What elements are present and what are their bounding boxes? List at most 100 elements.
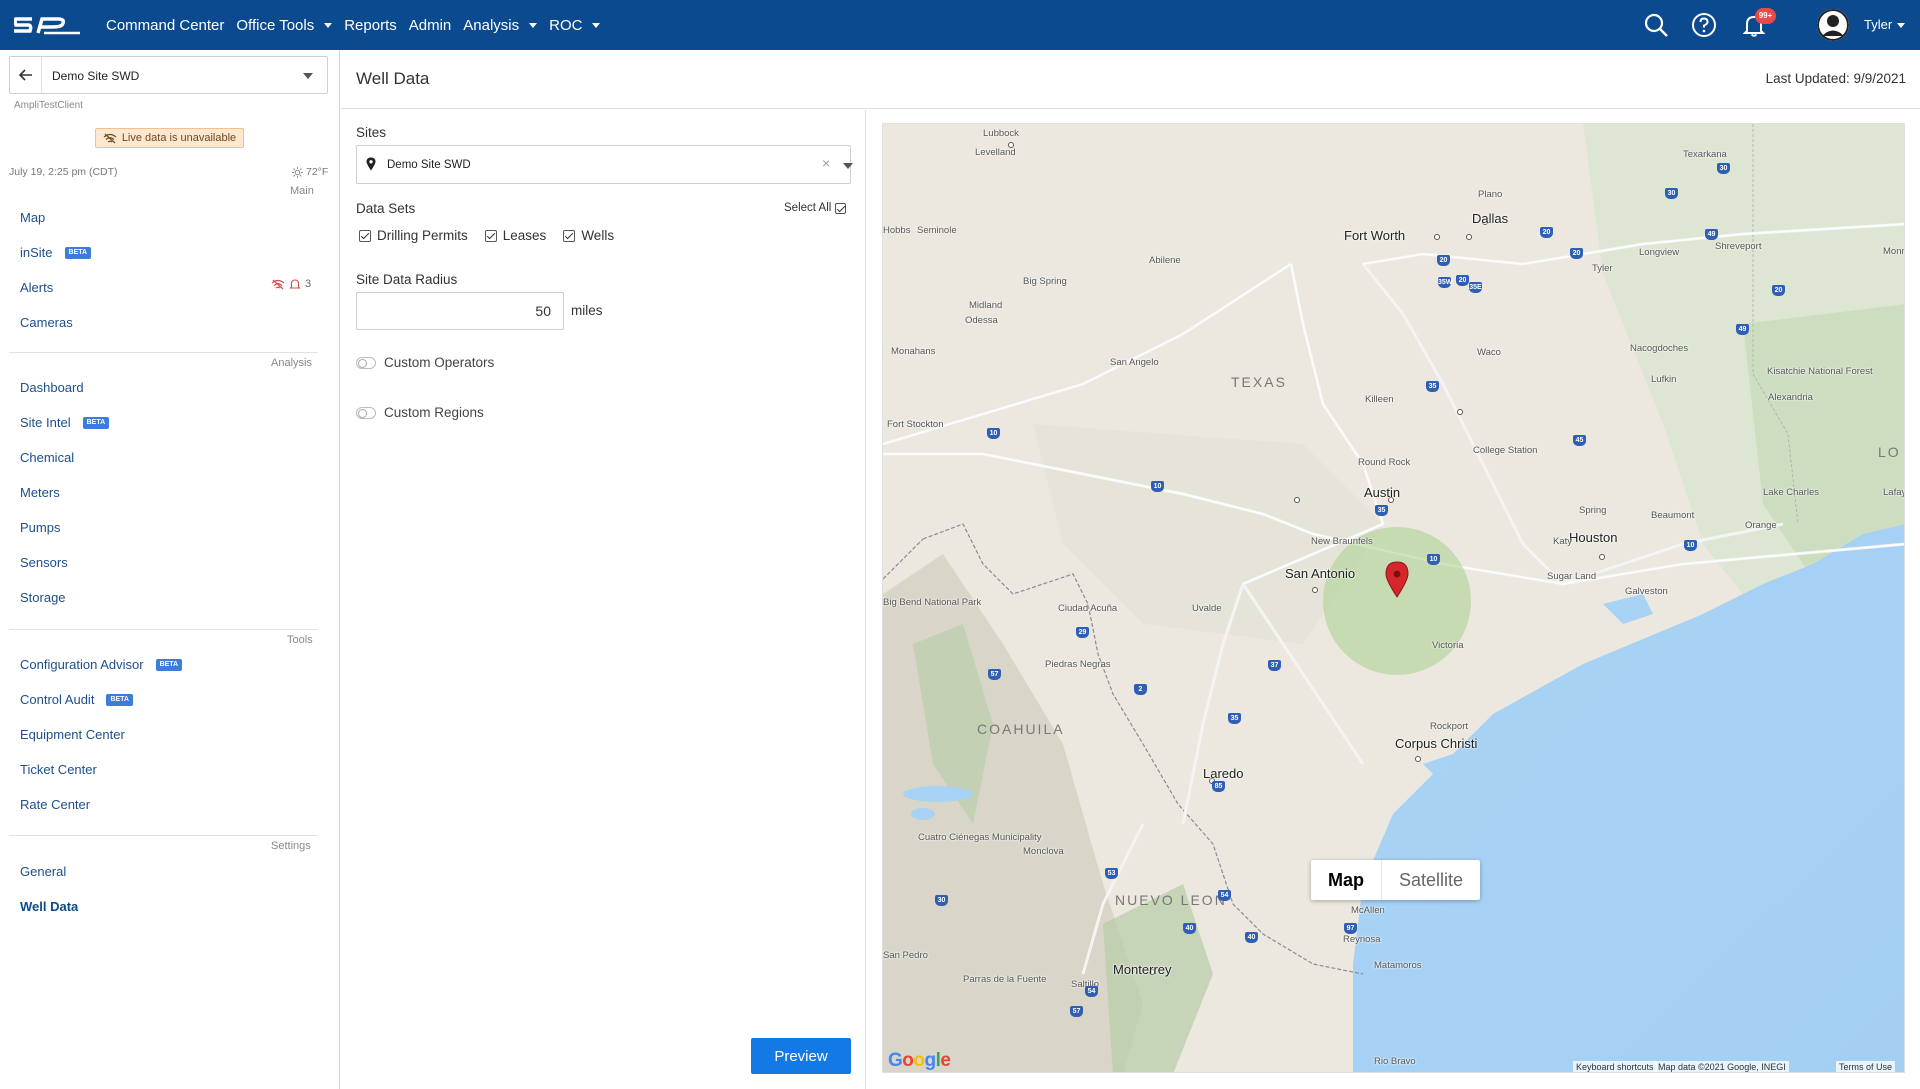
- map-view[interactable]: TEXAS COAHUILA NUEVO LEON LO Fort Worth Dalla…: [882, 123, 1905, 1073]
- divider: [9, 352, 318, 353]
- map-canvas[interactable]: [883, 124, 1905, 1073]
- sidebar-item-rate-center[interactable]: Rate Center: [20, 797, 90, 812]
- interstate-shield-icon: 53: [1105, 868, 1118, 879]
- sidebar-item-map[interactable]: Map: [20, 210, 45, 225]
- beta-badge: BETA: [155, 658, 183, 671]
- select-all-checkbox[interactable]: Select All: [784, 202, 847, 214]
- sidebar-item-alerts[interactable]: Alerts: [20, 280, 53, 295]
- sidebar-item-well-data[interactable]: Well Data: [20, 899, 78, 914]
- interstate-shield-icon: 57: [1070, 1006, 1083, 1017]
- nav-item-label: Admin: [408, 16, 452, 34]
- nav-item-office-tools[interactable]: Office Tools: [236, 17, 333, 34]
- sidebar-item-dashboard[interactable]: Dashboard: [20, 380, 84, 395]
- sidebar-item-pumps[interactable]: Pumps: [20, 520, 60, 535]
- nav-item-reports[interactable]: Reports: [344, 17, 397, 34]
- sidebar-item-equipment-center[interactable]: Equipment Center: [20, 727, 125, 742]
- section-label-tools: Tools: [287, 634, 313, 646]
- interstate-shield-icon: 54: [1085, 986, 1098, 997]
- sidebar-item-ticket-center[interactable]: Ticket Center: [20, 762, 97, 777]
- map-city-label: Odessa: [965, 315, 998, 326]
- sidebar-item-cameras[interactable]: Cameras: [20, 315, 73, 330]
- sidebar-item-meters[interactable]: Meters: [20, 485, 60, 500]
- map-city-label: Fort Worth: [1344, 228, 1406, 243]
- back-arrow-icon[interactable]: [10, 57, 42, 93]
- map-city-label: Austin: [1364, 485, 1401, 500]
- help-icon[interactable]: [1691, 12, 1717, 38]
- custom-regions-toggle[interactable]: [356, 406, 376, 419]
- sites-select-value: Demo Site SWD: [387, 159, 471, 171]
- map-region-label: NUEVO LEON: [1115, 892, 1227, 908]
- interstate-shield-icon: 35W: [1438, 277, 1453, 288]
- map-city-label: Monterrey: [1113, 962, 1172, 977]
- map-city-label: Killeen: [1365, 394, 1394, 405]
- top-nav-bar: Command Center Office Tools Reports Admin An…: [0, 0, 1920, 50]
- chevron-down-icon[interactable]: [843, 163, 853, 169]
- nav-item-analysis[interactable]: Analysis: [463, 17, 538, 34]
- data-set-checkbox-wells[interactable]: Wells: [563, 228, 614, 243]
- clear-icon[interactable]: ×: [822, 155, 830, 171]
- interstate-shield-icon: 40: [1183, 923, 1196, 934]
- map-city-label: Uvalde: [1192, 603, 1222, 614]
- map-type-satellite-button[interactable]: Satellite: [1381, 860, 1480, 900]
- map-city-label: Cuatro Ciénegas Municipality: [918, 832, 1042, 843]
- sidebar-item-site-intel[interactable]: Site Intel BETA: [20, 415, 110, 430]
- sidebar-item-chemical[interactable]: Chemical: [20, 450, 74, 465]
- site-selector[interactable]: Demo Site SWD: [9, 56, 328, 94]
- nav-item-roc[interactable]: ROC: [549, 17, 601, 34]
- checkbox-checked-icon[interactable]: [359, 229, 371, 242]
- checkbox-checked-icon[interactable]: [835, 202, 847, 214]
- data-set-checkbox-drilling-permits[interactable]: Drilling Permits: [359, 228, 468, 243]
- map-city-label: Texarkana: [1683, 149, 1727, 160]
- interstate-shield-icon: 35E: [1469, 282, 1482, 293]
- map-city-label: Monahans: [891, 346, 936, 357]
- sidebar-item-control-audit[interactable]: Control Audit BETA: [20, 692, 133, 707]
- chevron-down-icon[interactable]: [592, 22, 601, 28]
- map-type-map-button[interactable]: Map: [1311, 860, 1381, 900]
- map-city-label: Tyler: [1592, 263, 1613, 274]
- sidebar-item-storage[interactable]: Storage: [20, 590, 66, 605]
- nav-item-command-center[interactable]: Command Center: [106, 17, 224, 34]
- sites-label: Sites: [356, 125, 387, 140]
- user-name[interactable]: Tyler: [1864, 17, 1892, 32]
- sites-select[interactable]: Demo Site SWD ×: [356, 145, 853, 184]
- select-all-label: Select All: [784, 202, 832, 214]
- sidebar-item-insite[interactable]: inSite BETA: [20, 245, 92, 260]
- custom-regions-toggle-row[interactable]: Custom Regions: [356, 405, 484, 420]
- keyboard-shortcuts-link[interactable]: Keyboard shortcuts: [1573, 1061, 1657, 1072]
- map-city-label: Houston: [1569, 530, 1618, 545]
- preview-button[interactable]: Preview: [751, 1038, 851, 1074]
- sidebar-item-sensors[interactable]: Sensors: [20, 555, 68, 570]
- divider: [9, 835, 318, 836]
- sidebar-item-label: Ticket Center: [20, 762, 97, 777]
- map-region-label: COAHUILA: [977, 721, 1065, 737]
- radius-input[interactable]: 50: [356, 292, 564, 330]
- live-data-status-badge: Live data is unavailable: [95, 128, 244, 148]
- chevron-down-icon[interactable]: [303, 73, 313, 79]
- checkbox-checked-icon[interactable]: [563, 229, 576, 242]
- data-set-checkbox-leases[interactable]: Leases: [484, 228, 546, 243]
- nav-item-admin[interactable]: Admin: [409, 17, 452, 34]
- chevron-down-icon[interactable]: [324, 22, 333, 28]
- chevron-down-icon[interactable]: [529, 22, 538, 28]
- terms-of-use-link[interactable]: Terms of Use: [1836, 1061, 1896, 1072]
- weather-readout: 72°F: [292, 166, 328, 178]
- alerts-indicators: 3: [271, 278, 311, 290]
- alerts-count: 3: [305, 278, 312, 290]
- map-city-label: Corpus Christi: [1395, 736, 1478, 751]
- sidebar-item-label: Rate Center: [20, 797, 91, 812]
- map-type-toggle[interactable]: Map Satellite: [1311, 860, 1481, 900]
- data-sets-group: Drilling Permits Leases Wells: [359, 228, 631, 243]
- sp-logo-icon[interactable]: [14, 13, 82, 37]
- custom-operators-toggle[interactable]: [356, 356, 376, 369]
- client-name: AmpliTestClient: [14, 100, 83, 111]
- search-icon[interactable]: [1643, 12, 1669, 38]
- custom-operators-toggle-row[interactable]: Custom Operators: [356, 355, 494, 370]
- sidebar-item-configuration-advisor[interactable]: Configuration Advisor BETA: [20, 657, 183, 672]
- sidebar-item-general[interactable]: General: [20, 864, 66, 879]
- location-pin-icon: [366, 157, 376, 171]
- user-menu-caret-icon[interactable]: [1897, 23, 1905, 28]
- checkbox-checked-icon[interactable]: [484, 229, 497, 242]
- sidebar-item-label: Map: [20, 210, 46, 225]
- user-avatar-icon[interactable]: [1817, 9, 1849, 41]
- map-region-label: LO: [1878, 444, 1901, 460]
